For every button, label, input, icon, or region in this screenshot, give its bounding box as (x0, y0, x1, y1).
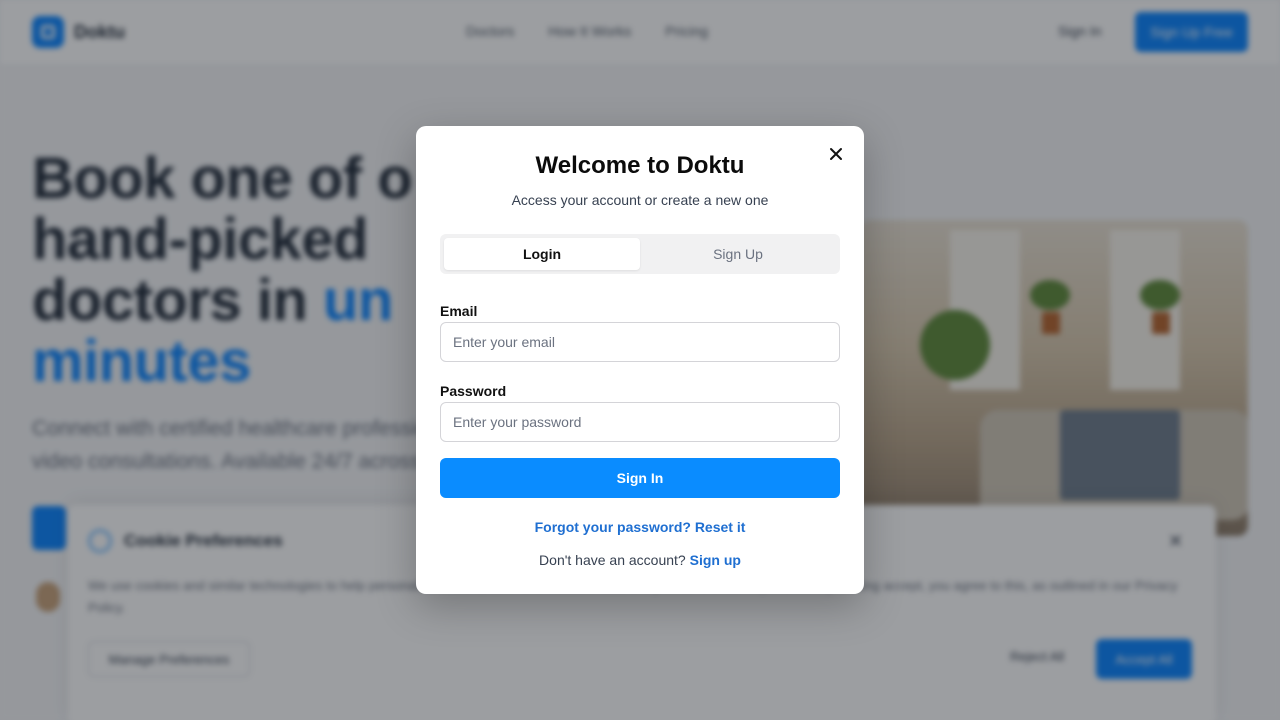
password-label: Password (440, 383, 507, 399)
tab-login[interactable]: Login (444, 238, 640, 270)
tab-signup[interactable]: Sign Up (640, 238, 836, 270)
signup-prompt: Don't have an account? Sign up (416, 552, 864, 568)
sign-in-button[interactable]: Sign In (440, 458, 840, 498)
forgot-password-row: Forgot your password? Reset it (416, 519, 864, 535)
signup-link[interactable]: Sign up (690, 552, 741, 568)
email-field[interactable] (440, 322, 840, 362)
password-field[interactable] (440, 402, 840, 442)
no-account-text: Don't have an account? (539, 552, 690, 568)
modal-subtitle: Access your account or create a new one (511, 192, 769, 208)
auth-tabs: Login Sign Up (440, 234, 840, 274)
modal-title: Welcome to Doktu (535, 152, 745, 179)
forgot-password-link[interactable]: Forgot your password? Reset it (535, 519, 746, 535)
auth-modal: Welcome to Doktu Access your account or … (416, 126, 864, 594)
email-label: Email (440, 303, 478, 319)
